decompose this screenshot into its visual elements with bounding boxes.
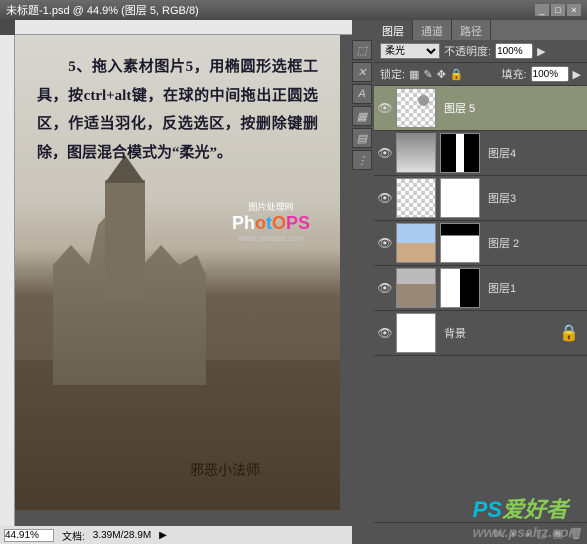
- layer-mask-thumb[interactable]: [440, 223, 480, 263]
- lock-all-icon[interactable]: 🔒: [450, 68, 464, 81]
- lock-row: 锁定: ▦ ✎ ✥ 🔒 填充: ▶: [374, 63, 587, 86]
- blend-row: 柔光 不透明度: ▶: [374, 40, 587, 63]
- logo-name: PhotOPS: [232, 213, 310, 234]
- tool-button-2[interactable]: ✕: [352, 62, 372, 82]
- layers-list: 👁 图层 5 👁 图层4 👁 图层3 👁 图层 2 👁 图层1 👁 背景 🔒: [374, 86, 587, 522]
- visibility-icon[interactable]: 👁: [376, 99, 394, 117]
- main-area: 5、拖入素材图片5，用椭圆形选框工具，按ctrl+alt键，在球的中间拖出正圆选…: [0, 20, 587, 544]
- watermark-text: 爱好者: [502, 497, 568, 522]
- layer-thumb[interactable]: [396, 223, 436, 263]
- logo-url: www.photops.com: [232, 234, 310, 243]
- opacity-input[interactable]: [495, 43, 533, 59]
- status-arrow-icon[interactable]: ▶: [159, 530, 167, 541]
- layer-name: 图层 2: [488, 235, 519, 251]
- zoom-input[interactable]: [4, 529, 54, 542]
- layer-row[interactable]: 👁 图层3: [374, 176, 587, 221]
- artist-stamp: 邪恶小法师: [190, 460, 260, 480]
- canvas-area: 5、拖入素材图片5，用椭圆形选框工具，按ctrl+alt键，在球的中间拖出正圆选…: [0, 20, 352, 544]
- lock-transparent-icon[interactable]: ▦: [409, 68, 419, 81]
- tab-paths[interactable]: 路径: [452, 20, 491, 40]
- layer-mask-thumb[interactable]: [440, 133, 480, 173]
- tool-button-1[interactable]: ⬚: [352, 40, 372, 60]
- tool-button-6[interactable]: ⋮: [352, 150, 372, 170]
- opacity-label: 不透明度:: [444, 43, 491, 59]
- tab-channels[interactable]: 通道: [413, 20, 452, 40]
- layer-name: 图层3: [488, 190, 516, 206]
- tool-button-5[interactable]: ▤: [352, 128, 372, 148]
- document-title: 未标题-1.psd @ 44.9% (图层 5, RGB/8): [6, 2, 199, 18]
- layer-name: 图层4: [488, 145, 516, 161]
- window-controls: _ □ ×: [535, 4, 581, 16]
- logo-label: 图片处理网: [232, 200, 310, 213]
- layer-row[interactable]: 👁 图层4: [374, 131, 587, 176]
- status-bar: 文档: 3.39M/28.9M ▶: [0, 526, 352, 544]
- photops-logo: 图片处理网 PhotOPS www.photops.com: [232, 200, 310, 243]
- doc-label: 文档:: [62, 528, 85, 543]
- visibility-icon[interactable]: 👁: [376, 324, 394, 342]
- visibility-icon[interactable]: 👁: [376, 234, 394, 252]
- layer-thumb[interactable]: [396, 268, 436, 308]
- lock-icon: 🔒: [559, 323, 579, 343]
- layer-thumb[interactable]: [396, 88, 436, 128]
- layer-row[interactable]: 👁 图层1: [374, 266, 587, 311]
- tool-button-3[interactable]: A: [352, 84, 372, 104]
- castle-tower: [105, 180, 145, 300]
- doc-size: 3.39M/28.9M: [93, 530, 151, 541]
- close-button[interactable]: ×: [567, 4, 581, 16]
- ruler-horizontal: [15, 20, 352, 35]
- layer-thumb[interactable]: [396, 133, 436, 173]
- layer-thumb[interactable]: [396, 313, 436, 353]
- layer-row[interactable]: 👁 图层 2: [374, 221, 587, 266]
- layer-mask-thumb[interactable]: [440, 178, 480, 218]
- panel-tabs: 图层 通道 路径: [374, 20, 587, 40]
- layer-name: 图层 5: [444, 100, 475, 116]
- tool-button-4[interactable]: ▦: [352, 106, 372, 126]
- canvas[interactable]: 5、拖入素材图片5，用椭圆形选框工具，按ctrl+alt键，在球的中间拖出正圆选…: [15, 35, 352, 526]
- watermark-url: www.psahz.com: [473, 524, 581, 540]
- tool-strip: ⬚ ✕ A ▦ ▤ ⋮: [352, 20, 374, 544]
- fill-label: 填充:: [501, 66, 526, 82]
- site-watermark: PS爱好者 www.psahz.com: [473, 492, 581, 540]
- title-bar: 未标题-1.psd @ 44.9% (图层 5, RGB/8) _ □ ×: [0, 0, 587, 20]
- blend-mode-select[interactable]: 柔光: [380, 43, 440, 59]
- layer-name: 图层1: [488, 280, 516, 296]
- tab-layers[interactable]: 图层: [374, 20, 413, 40]
- visibility-icon[interactable]: 👁: [376, 189, 394, 207]
- ruler-vertical: [0, 35, 15, 526]
- layer-thumb[interactable]: [396, 178, 436, 218]
- layer-row[interactable]: 👁 图层 5: [374, 86, 587, 131]
- visibility-icon[interactable]: 👁: [376, 144, 394, 162]
- fill-arrow-icon[interactable]: ▶: [573, 68, 581, 81]
- lock-paint-icon[interactable]: ✎: [423, 68, 432, 81]
- layer-name: 背景: [444, 325, 466, 341]
- opacity-arrow-icon[interactable]: ▶: [537, 45, 545, 58]
- lock-move-icon[interactable]: ✥: [437, 68, 446, 81]
- maximize-button[interactable]: □: [551, 4, 565, 16]
- panels: 图层 通道 路径 柔光 不透明度: ▶ 锁定: ▦ ✎ ✥ 🔒 填充: ▶ 👁 图…: [374, 20, 587, 544]
- layer-mask-thumb[interactable]: [440, 268, 480, 308]
- lock-label: 锁定:: [380, 66, 405, 82]
- composite-image: 5、拖入素材图片5，用椭圆形选框工具，按ctrl+alt键，在球的中间拖出正圆选…: [15, 35, 340, 510]
- minimize-button[interactable]: _: [535, 4, 549, 16]
- fill-input[interactable]: [531, 66, 569, 82]
- instruction-text: 5、拖入素材图片5，用椭圆形选框工具，按ctrl+alt键，在球的中间拖出正圆选…: [37, 53, 318, 167]
- visibility-icon[interactable]: 👁: [376, 279, 394, 297]
- watermark-ps: PS: [473, 497, 502, 522]
- layer-row[interactable]: 👁 背景 🔒: [374, 311, 587, 356]
